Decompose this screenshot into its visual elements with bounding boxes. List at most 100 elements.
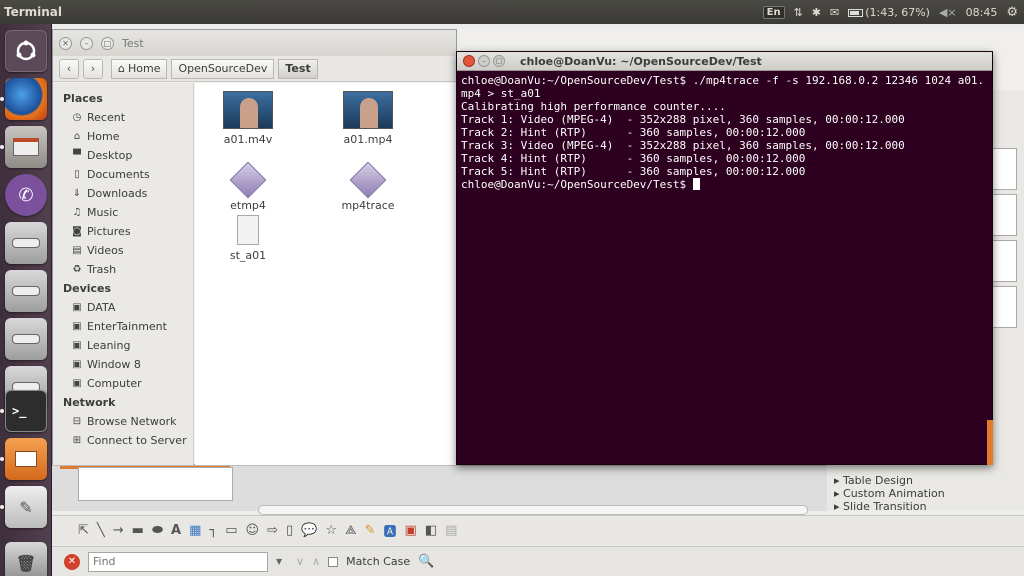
sidebar-item-computer[interactable]: ▣ Computer <box>53 374 193 393</box>
sidebar-item-label: Videos <box>87 244 124 257</box>
breadcrumb-home[interactable]: ⌂ Home <box>111 58 168 79</box>
find-input[interactable] <box>88 551 268 572</box>
terminal-icon[interactable]: >_ <box>5 390 47 432</box>
back-button[interactable]: ‹ <box>59 58 79 79</box>
sidebar-item-videos[interactable]: ▤ Videos <box>53 241 193 260</box>
file-item[interactable]: a01.mp4 <box>323 91 413 146</box>
match-case-checkbox[interactable] <box>328 556 339 567</box>
firefox-icon[interactable] <box>5 78 47 120</box>
horizontal-scrollbar[interactable] <box>258 505 808 515</box>
image-icon[interactable]: ▦ <box>189 523 201 538</box>
terminal-window[interactable]: – □ chloe@DoanVu: ~/OpenSourceDev/Test c… <box>456 51 993 465</box>
line-icon[interactable]: ╲ <box>97 523 105 538</box>
sidebar-item-connect-server[interactable]: ⊞ Connect to Server <box>53 431 193 450</box>
sidebar-item-music[interactable]: ♫ Music <box>53 203 193 222</box>
notes-box[interactable] <box>78 467 233 501</box>
ellipse-icon[interactable]: ⬬ <box>152 523 163 538</box>
mail-icon[interactable]: ✉ <box>830 6 839 19</box>
symbol-shapes-icon[interactable]: ☺ <box>246 523 260 538</box>
sidebar-item-downloads[interactable]: ⇓ Downloads <box>53 184 193 203</box>
stars-icon[interactable]: ☆ <box>325 523 337 538</box>
task-slide-transition[interactable]: ▸ Slide Transition <box>834 500 927 513</box>
sidebar-item-desktop[interactable]: ▀ Desktop <box>53 146 193 165</box>
network-updown-icon[interactable]: ⇅ <box>794 6 803 19</box>
terminal-output[interactable]: chloe@DoanVu:~/OpenSourceDev/Test$ ./mp4… <box>457 71 992 194</box>
chevron-down-icon[interactable]: ▼ <box>276 557 288 566</box>
from-file-icon[interactable]: ▣ <box>405 523 417 538</box>
impress-icon[interactable] <box>5 438 47 480</box>
flowchart-icon[interactable]: ▯ <box>286 523 293 538</box>
close-icon[interactable]: ✕ <box>59 36 72 50</box>
drive-icon[interactable] <box>5 318 47 360</box>
points-icon[interactable]: ⟁ <box>345 523 357 538</box>
breadcrumb-opensourcedev[interactable]: OpenSourceDev <box>171 58 275 79</box>
sidebar-item-recent[interactable]: ◷ Recent <box>53 108 193 127</box>
drive-icon: ▣ <box>72 340 82 351</box>
clock[interactable]: 08:45 <box>966 6 998 19</box>
forward-button[interactable]: › <box>83 58 103 79</box>
volume-icon[interactable]: ◀× <box>939 6 957 19</box>
maximize-icon[interactable]: □ <box>101 36 114 50</box>
find-next-icon[interactable]: ∧ <box>312 555 320 568</box>
block-arrows-icon[interactable]: ⇨ <box>267 523 278 538</box>
rectangle-icon[interactable]: ▬ <box>132 523 144 538</box>
extrusion-icon[interactable]: ▤ <box>445 523 457 538</box>
keyboard-layout-indicator[interactable]: En <box>762 5 785 19</box>
drive-icon[interactable] <box>5 222 47 264</box>
breadcrumb-test[interactable]: Test <box>278 58 318 79</box>
text-icon[interactable]: A <box>171 523 181 538</box>
maximize-icon[interactable]: □ <box>493 55 505 67</box>
file-item[interactable]: a01.m4v <box>203 91 293 146</box>
drive-icon[interactable] <box>5 270 47 312</box>
impress-edge-accent <box>987 420 993 465</box>
glue-icon[interactable]: ✎ <box>365 523 376 538</box>
select-arrow-icon[interactable]: ⇱ <box>78 523 89 538</box>
arrow-line-icon[interactable]: → <box>113 523 124 538</box>
sidebar-item-label: Connect to Server <box>87 434 187 447</box>
sidebar-item-trash[interactable]: ♻ Trash <box>53 260 193 279</box>
find-replace-icon[interactable]: 🔍 <box>418 554 434 569</box>
sidebar-item-entertainment[interactable]: ▣ EnterTainment <box>53 317 193 336</box>
file-item[interactable]: mp4trace <box>323 161 413 212</box>
trash-icon[interactable]: 🗑 <box>5 542 47 576</box>
app-title: Terminal <box>4 5 63 19</box>
task-table-design[interactable]: ▸ Table Design <box>834 474 913 487</box>
terminal-line: Track 4: Hint (RTP) - 360 samples, 00:00… <box>461 152 806 165</box>
file-item[interactable]: st_a01 <box>203 215 293 262</box>
gallery-icon[interactable]: ◧ <box>425 523 437 538</box>
sidebar-item-leaning[interactable]: ▣ Leaning <box>53 336 193 355</box>
terminal-titlebar: – □ chloe@DoanVu: ~/OpenSourceDev/Test <box>457 52 992 71</box>
file-item[interactable]: etmp4 <box>203 161 293 212</box>
settings-gear-icon[interactable]: ⚙ <box>1006 5 1018 20</box>
desktop-icon: ▀ <box>73 150 81 161</box>
text-cursor <box>692 178 700 190</box>
callouts-icon[interactable]: 💬 <box>301 523 317 538</box>
sidebar-item-window8[interactable]: ▣ Window 8 <box>53 355 193 374</box>
files-icon[interactable] <box>5 126 47 168</box>
connector-icon[interactable]: ┐ <box>209 523 217 538</box>
sidebar-item-home[interactable]: ⌂ Home <box>53 127 193 146</box>
sidebar-item-pictures[interactable]: ◙ Pictures <box>53 222 193 241</box>
file-name: a01.m4v <box>223 133 273 146</box>
close-icon[interactable] <box>463 55 475 67</box>
sidebar-item-browse-network[interactable]: ⊟ Browse Network <box>53 412 193 431</box>
sidebar-item-documents[interactable]: ▯ Documents <box>53 165 193 184</box>
file-name: a01.mp4 <box>343 133 393 146</box>
text-editor-icon[interactable]: ✎ <box>5 486 47 528</box>
basic-shapes-icon[interactable]: ▭ <box>225 523 237 538</box>
network-header: Network <box>63 396 116 409</box>
bluetooth-icon[interactable]: ✱ <box>812 6 821 19</box>
sidebar-item-data[interactable]: ▣ DATA <box>53 298 193 317</box>
close-find-icon[interactable]: ✕ <box>64 553 80 570</box>
task-custom-animation[interactable]: ▸ Custom Animation <box>834 487 945 500</box>
viber-icon[interactable]: ✆ <box>5 174 47 216</box>
dash-home-icon[interactable] <box>5 30 47 72</box>
files-titlebar: ✕ – □ Test <box>53 30 456 56</box>
minimize-icon[interactable]: – <box>80 36 93 50</box>
battery-indicator[interactable]: (1:43, 67%) <box>848 6 930 19</box>
minimize-icon[interactable]: – <box>478 55 490 67</box>
fontwork-icon[interactable]: 🅰 <box>384 521 397 540</box>
find-previous-icon[interactable]: ∨ <box>296 555 304 568</box>
running-indicator <box>0 505 4 509</box>
file-grid: a01.m4v a01.mp4 etmp4 mp4trace st_a01 <box>195 83 457 465</box>
